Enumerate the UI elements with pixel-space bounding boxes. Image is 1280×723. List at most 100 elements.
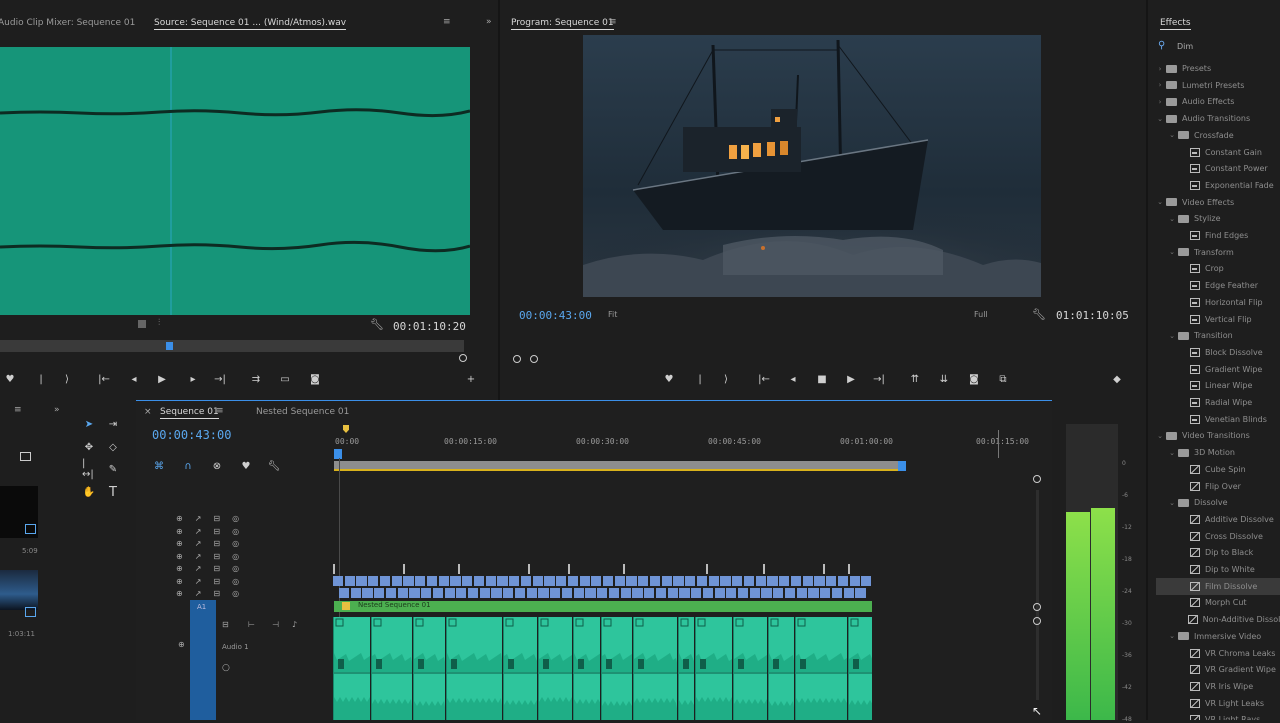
audio-clip[interactable] <box>573 617 600 720</box>
video-clip[interactable] <box>556 576 567 586</box>
project-thumbnail-2[interactable] <box>0 570 38 610</box>
lock-icon[interactable]: ⊕ <box>176 514 183 523</box>
lock-icon[interactable]: ⊕ <box>176 539 183 548</box>
effects-tree-item[interactable]: ⌄ Video Transitions <box>1156 427 1280 444</box>
video-clip[interactable] <box>855 588 866 598</box>
effects-tree-item[interactable]: VR Chroma Leaks <box>1156 645 1280 662</box>
audio-clip[interactable] <box>371 617 412 720</box>
video-clip[interactable] <box>638 576 649 586</box>
video-clip[interactable] <box>784 588 796 598</box>
disclosure-arrow-icon[interactable]: ⌄ <box>1168 131 1176 139</box>
scroll-handle-mid-1[interactable] <box>1033 603 1041 611</box>
drop-frame-icon[interactable] <box>138 320 146 328</box>
disclosure-arrow-icon[interactable]: › <box>1156 98 1164 106</box>
eye-icon[interactable]: ◎ <box>232 577 239 586</box>
lock-icon[interactable]: ⊕ <box>176 527 183 536</box>
a1-toggle-m[interactable]: ⊟ <box>222 620 229 629</box>
effects-tree-item[interactable]: Morph Cut <box>1156 594 1280 611</box>
video-clip[interactable] <box>632 588 643 598</box>
video-clip[interactable] <box>550 588 561 598</box>
timeline-settings-icon[interactable]: 🔧︎ <box>267 459 281 473</box>
disclosure-arrow-icon[interactable]: ⌄ <box>1156 198 1164 206</box>
video-clip[interactable] <box>702 588 714 598</box>
audio-clip[interactable] <box>601 617 632 720</box>
video-clip[interactable] <box>837 576 849 586</box>
video-clip[interactable] <box>368 576 379 586</box>
video-clip[interactable] <box>409 588 420 598</box>
video-clip[interactable] <box>585 588 596 598</box>
a1-volume-icon[interactable]: ○ <box>222 663 230 673</box>
video-clip[interactable] <box>356 576 367 586</box>
video-clip[interactable] <box>374 588 385 598</box>
out-point-handle[interactable] <box>530 355 538 363</box>
resolution-dropdown[interactable]: Full <box>974 310 988 319</box>
video-track-header[interactable]: ⊕ ↗ ⊟ ◎ <box>176 552 239 561</box>
sync-icon[interactable]: ↗ <box>195 514 202 523</box>
audio-clip[interactable] <box>446 617 502 720</box>
mark-out-button[interactable]: ⟩ <box>719 372 733 386</box>
effects-tree-item[interactable]: Edge Feather <box>1156 277 1280 294</box>
disclosure-arrow-icon[interactable]: ⌄ <box>1156 432 1164 440</box>
fit-dropdown[interactable]: Fit <box>608 310 617 319</box>
video-clip[interactable] <box>444 588 455 598</box>
video-clip[interactable] <box>379 576 391 586</box>
video-clip[interactable] <box>403 576 414 586</box>
panel-menu-icon[interactable]: ≡ <box>443 17 451 27</box>
wrench-icon[interactable]: 🔧︎ <box>1032 308 1046 321</box>
audio-clip[interactable] <box>695 617 732 720</box>
video-clip[interactable] <box>597 588 608 598</box>
work-area-bar[interactable] <box>334 461 904 471</box>
effects-tree-item[interactable]: Flip Over <box>1156 478 1280 495</box>
go-to-in-button[interactable]: |← <box>757 372 771 386</box>
in-point-handle[interactable] <box>513 355 521 363</box>
a1-voice-icon[interactable]: ♪ <box>292 620 297 629</box>
effects-tree-item[interactable]: Constant Gain <box>1156 144 1280 161</box>
effects-tree-item[interactable]: ⌄ Crossfade <box>1156 127 1280 144</box>
tab-source[interactable]: Source: Sequence 01 ... (Wind/Atmos).wav <box>154 18 347 30</box>
expand-icon[interactable]: » <box>486 17 492 27</box>
audio-clip[interactable] <box>538 617 572 720</box>
video-clip[interactable] <box>802 576 813 586</box>
video-clip[interactable] <box>820 588 831 598</box>
slip-tool-icon[interactable]: |↔| <box>82 458 96 480</box>
video-clip[interactable] <box>509 576 520 586</box>
effects-tree-item[interactable]: ⌄ Stylize <box>1156 210 1280 227</box>
effects-tree-item[interactable]: ⌄ Transition <box>1156 327 1280 344</box>
source-playhead[interactable] <box>166 342 173 350</box>
type-tool-icon[interactable]: T <box>106 485 120 500</box>
video-clip[interactable] <box>397 588 408 598</box>
video-track-header[interactable]: ⊕ ↗ ⊟ ◎ <box>176 514 239 523</box>
tab-program[interactable]: Program: Sequence 01 <box>511 18 614 30</box>
step-forward-button[interactable]: ▸ <box>186 372 200 386</box>
video-clip[interactable] <box>614 576 625 586</box>
effects-tree-item[interactable]: Venetian Blinds <box>1156 411 1280 428</box>
video-clip[interactable] <box>808 588 819 598</box>
a1-toggle-r[interactable]: ⊣ <box>272 620 279 629</box>
video-clip[interactable] <box>790 576 802 586</box>
go-to-out-button[interactable]: →| <box>872 372 886 386</box>
program-video-frame[interactable] <box>583 35 1041 297</box>
settings-diamond-icon[interactable]: ◆ <box>1110 372 1124 386</box>
video-clip[interactable] <box>749 588 760 598</box>
video-clip[interactable] <box>438 576 449 586</box>
video-clip[interactable] <box>338 588 350 598</box>
step-back-button[interactable]: ◂ <box>127 372 141 386</box>
video-clip[interactable] <box>720 576 731 586</box>
step-back-button[interactable]: ◂ <box>786 372 800 386</box>
eye-icon[interactable]: ◎ <box>232 589 239 598</box>
video-clip[interactable] <box>726 588 737 598</box>
video-clip[interactable] <box>538 588 549 598</box>
video-clip[interactable] <box>831 588 843 598</box>
disclosure-arrow-icon[interactable]: ⌄ <box>1168 332 1176 340</box>
video-track-header[interactable]: ⊕ ↗ ⊟ ◎ <box>176 527 239 536</box>
video-clip[interactable] <box>767 576 778 586</box>
video-clip[interactable] <box>673 576 684 586</box>
audio-clip[interactable] <box>733 617 767 720</box>
sync-icon[interactable]: ↗ <box>195 564 202 573</box>
scroll-handle-top[interactable] <box>1033 475 1041 483</box>
audio-clip[interactable] <box>848 617 872 720</box>
video-clip[interactable] <box>450 576 461 586</box>
effects-tree-item[interactable]: Exponential Fade <box>1156 177 1280 194</box>
video-clip[interactable] <box>350 588 361 598</box>
expand-icon[interactable]: » <box>54 405 60 415</box>
